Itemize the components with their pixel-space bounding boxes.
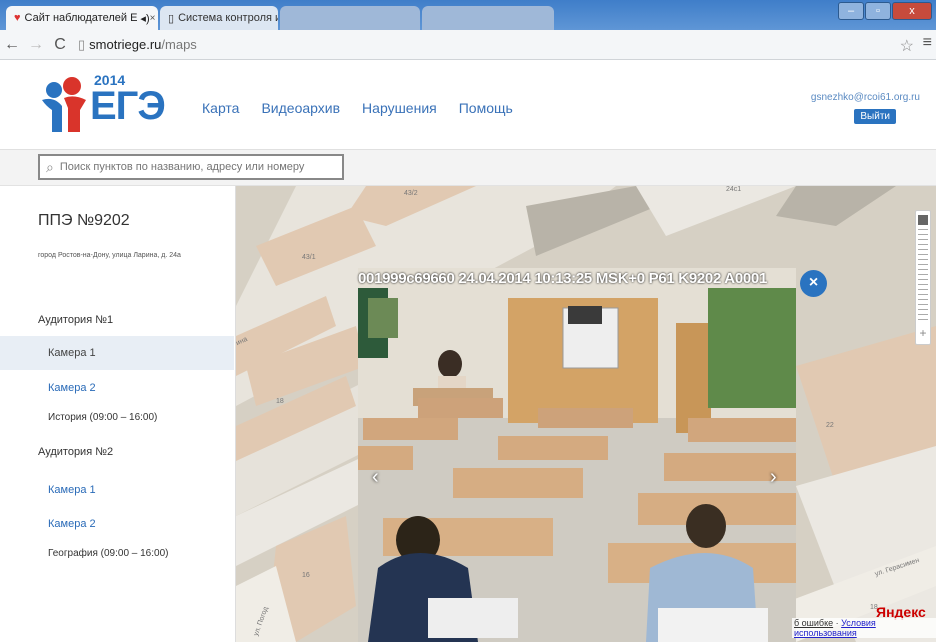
favicon-icon: ♥ [14,12,21,24]
search-box[interactable]: ⌕ [38,154,344,180]
zoom-out-icon[interactable] [918,215,928,225]
map-zoom-control[interactable]: + [915,210,931,345]
address-bar[interactable]: ▯ smotriege.ru /maps [78,37,197,53]
nav-map[interactable]: Карта [202,100,239,116]
logout-button[interactable]: Выйти [854,109,896,124]
close-video-button[interactable]: × [800,270,827,297]
aud1-subject: История (09:00 – 16:00) [48,412,158,423]
aud1-camera-1[interactable]: Камера 1 [0,336,234,370]
auditorium-1-title: Аудитория №1 [38,314,114,326]
site-header: 2014 ЕГЭ Карта Видеоархив Нарушения Помо… [0,60,936,150]
tab-control-system[interactable]: ▯ Система контроля и упр × [160,6,278,30]
zoom-scale[interactable] [918,229,928,321]
nav-help[interactable]: Помощь [459,100,513,116]
ppe-title: ППЭ №9202 [38,212,130,229]
map-house-number: 43/2 [404,190,418,197]
tab-blurred[interactable] [422,6,554,30]
forward-icon[interactable]: → [24,36,48,54]
tab-label: Система контроля и упр [178,12,278,24]
aud2-camera-1[interactable]: Камера 1 [0,473,234,507]
logo-text: ЕГЭ [90,84,166,128]
url-domain: smotriege.ru [89,37,162,52]
camera-video[interactable] [358,268,796,642]
next-camera-icon[interactable]: › [770,466,777,489]
search-input[interactable] [59,161,320,173]
browser-toolbar: ← → C ▯ smotriege.ru /maps [0,30,936,60]
ppe-address: город Ростов-на-Дону, улица Ларина, д. 2… [38,252,181,259]
map-house-number: 24с1 [726,186,742,193]
tab-observers[interactable]: ♥ Сайт наблюдателей Е ◂) × [6,6,158,30]
map-house-number: 18 [276,398,284,405]
prev-camera-icon[interactable]: ‹ [372,466,379,489]
search-icon: ⌕ [46,158,54,175]
menu-icon[interactable]: ≡ [923,34,932,52]
map-house-number: 43/1 [302,254,316,261]
url-path: /maps [161,37,197,52]
back-icon[interactable]: ← [0,36,24,54]
main-nav: Карта Видеоархив Нарушения Помощь [202,100,513,116]
nav-video-archive[interactable]: Видеоархив [261,100,340,116]
search-bar: ⌕ [0,150,936,186]
tab-blurred[interactable] [280,6,420,30]
bookmark-star-icon[interactable]: ☆ [900,36,914,56]
reload-icon[interactable]: C [48,36,72,54]
aud1-camera-2[interactable]: Камера 2 [0,371,234,405]
close-window-icon[interactable]: x [892,2,932,20]
nav-violations[interactable]: Нарушения [362,100,437,116]
tab-label: Сайт наблюдателей Е [24,12,138,24]
tab-close-icon[interactable]: × [150,13,156,24]
page-icon: ▯ [168,12,175,25]
map-house-number: 22 [826,422,834,429]
footer-separator: · [833,618,842,628]
ege-logo[interactable]: 2014 ЕГЭ [38,72,178,134]
auditorium-2-title: Аудитория №2 [38,446,114,458]
video-osd-text: 001999c69660 24.04.2014 10:13:25 MSK+0 P… [358,270,768,287]
aud2-camera-2[interactable]: Камера 2 [0,507,234,541]
report-error-link[interactable]: б ошибке [794,618,833,628]
map-house-number: 16 [302,572,310,579]
user-email: gsnezhko@rcoi61.org.ru [810,92,920,103]
audio-icon: ◂) [140,12,150,25]
sidebar: ППЭ №9202 город Ростов-на-Дону, улица Ла… [0,186,236,642]
aud2-subject: География (09:00 – 16:00) [48,548,169,559]
window-controls: – ▫ x [838,2,932,20]
browser-tab-strip: ♥ Сайт наблюдателей Е ◂) × ▯ Система кон… [0,0,936,30]
zoom-in-icon[interactable]: + [918,327,928,339]
maximize-icon[interactable]: ▫ [865,2,891,20]
map-footer: б ошибке · Условия использования [792,618,936,638]
minimize-icon[interactable]: – [838,2,864,20]
page-icon: ▯ [78,36,86,52]
classroom-video-frame [358,268,796,642]
